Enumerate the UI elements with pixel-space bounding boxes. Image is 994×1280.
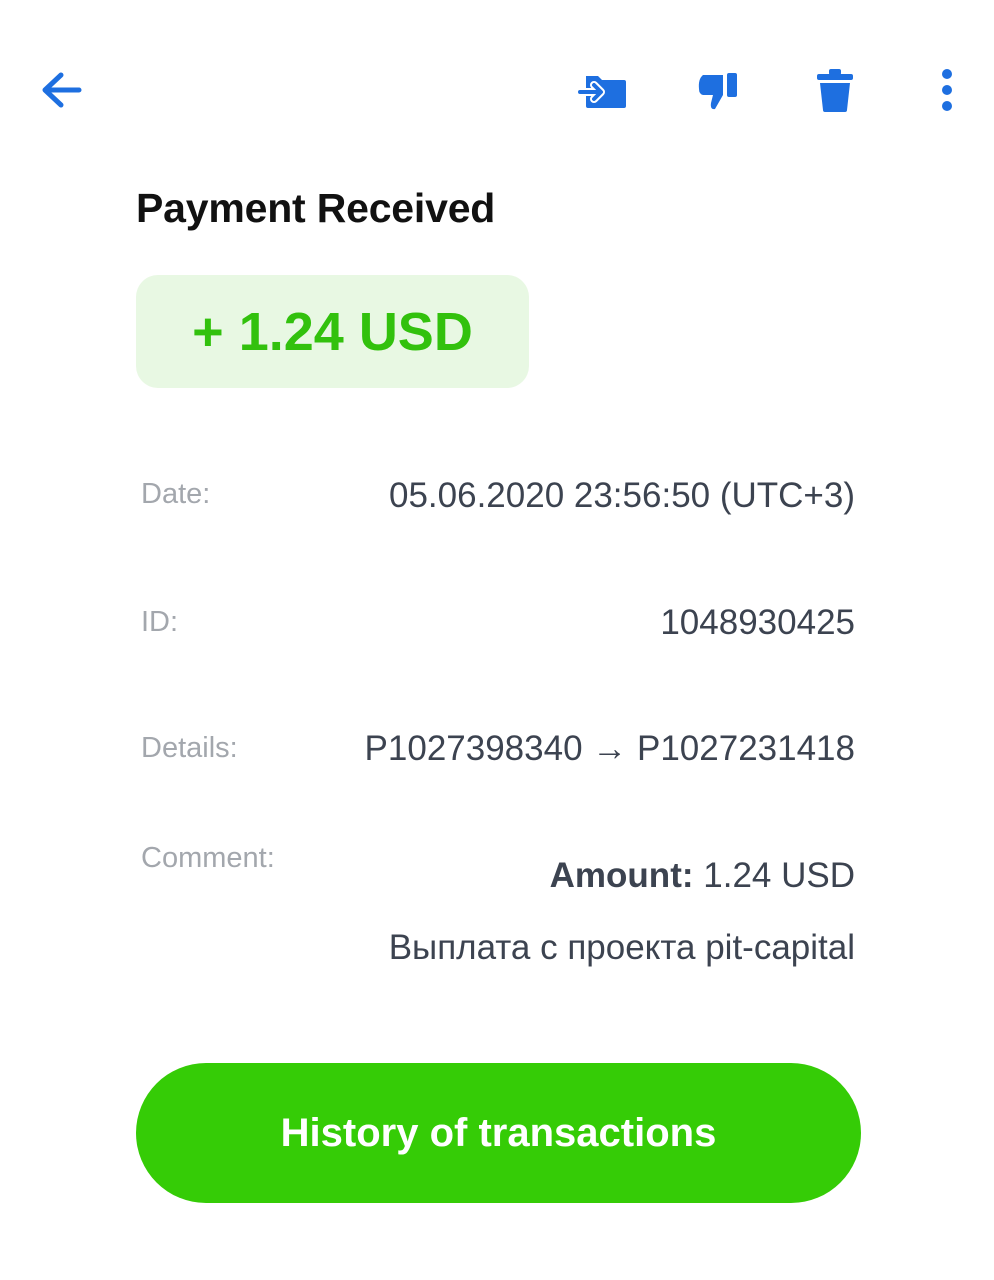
- report-spam-button[interactable]: [692, 62, 744, 118]
- more-options-button[interactable]: [928, 62, 966, 118]
- arrow-left-icon: [37, 70, 83, 110]
- comment-amount-value: 1.24 USD: [703, 856, 855, 895]
- amount-badge: + 1.24 USD: [136, 275, 529, 388]
- details-value: P1027398340 → P1027231418: [364, 729, 855, 768]
- date-value: 05.06.2020 23:56:50 (UTC+3): [388, 476, 855, 515]
- comment-label: Comment:: [141, 842, 275, 874]
- id-label: ID:: [141, 606, 179, 638]
- comment-text: Выплата с проекта pit-capital: [388, 928, 855, 967]
- trash-icon: [815, 67, 855, 113]
- more-vertical-icon: [940, 68, 954, 112]
- details-label: Details:: [141, 732, 238, 764]
- move-to-folder-button[interactable]: [574, 62, 632, 118]
- move-to-folder-icon: [578, 68, 628, 112]
- page-title: Payment Received: [136, 185, 496, 231]
- date-label: Date:: [141, 478, 211, 510]
- delete-button[interactable]: [810, 62, 860, 118]
- thumbs-down-icon: [695, 67, 741, 113]
- amount-value: + 1.24 USD: [192, 301, 473, 362]
- comment-amount-line: Amount: 1.24 USD: [550, 856, 855, 896]
- comment-amount-label: Amount:: [549, 856, 694, 895]
- history-of-transactions-button[interactable]: History of transactions: [136, 1063, 861, 1203]
- id-value: 1048930425: [660, 603, 855, 642]
- back-button[interactable]: [30, 62, 90, 118]
